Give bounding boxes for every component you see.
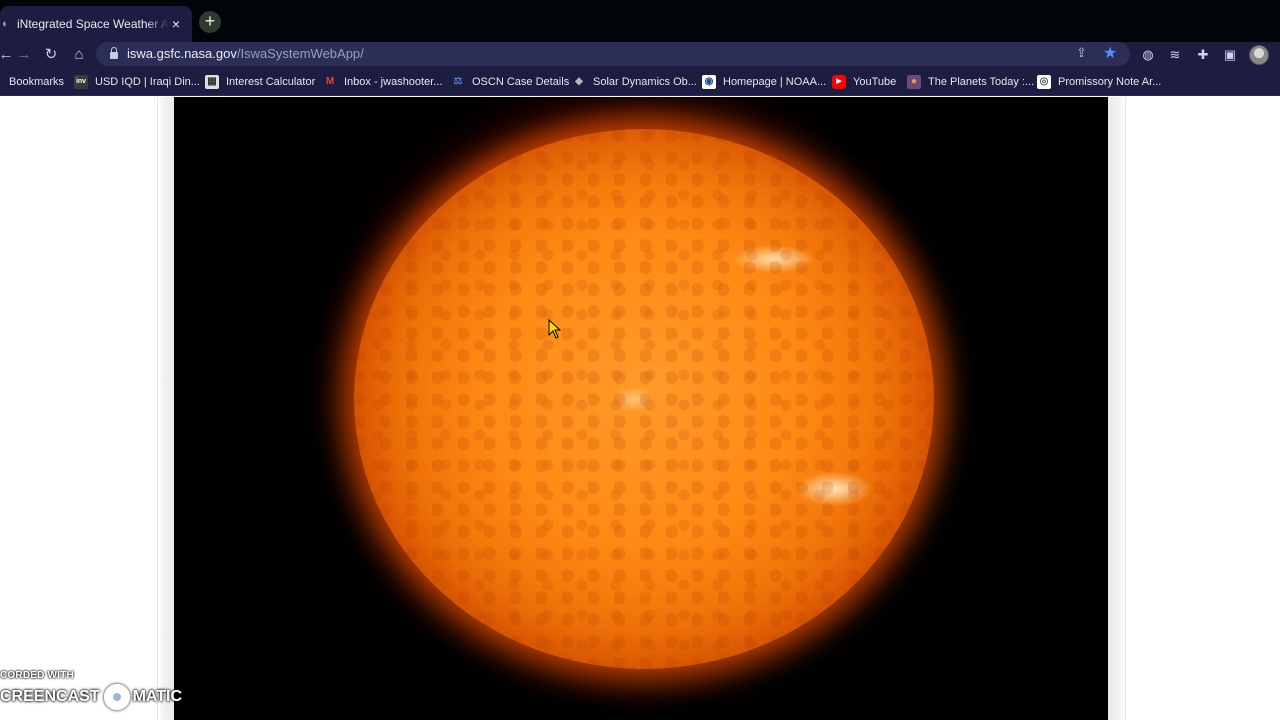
bookmark-star-icon[interactable]: ★ <box>1103 43 1117 63</box>
share-icon[interactable]: ⇪ <box>1076 45 1087 61</box>
bookmark-label: OSCN Case Details <box>472 76 570 88</box>
close-icon[interactable]: × <box>168 16 184 32</box>
bookmark-item[interactable]: ⚖ OSCN Case Details <box>451 73 570 91</box>
calculator-icon: ▦ <box>205 75 219 89</box>
browser-toolbar: ← → ↻ ⌂ iswa.gsfc.nasa.gov/IswaSystemWeb… <box>0 42 1280 68</box>
sdo-icon: ◆ <box>575 76 583 87</box>
url-path: /IswaSystemWebApp/ <box>236 46 364 61</box>
tab-strip: ◐ iNtegrated Space Weather Analysis × + <box>0 0 1280 42</box>
forward-icon[interactable]: → <box>14 45 34 65</box>
scales-icon: ⚖ <box>453 76 463 87</box>
bookmark-label: Solar Dynamics Ob... <box>593 76 697 88</box>
bookmark-item[interactable]: ● The Planets Today :... <box>907 73 1034 91</box>
bookmark-item[interactable]: ◎ Promissory Note Ar... <box>1037 73 1161 91</box>
puzzle-icon[interactable]: ✚ <box>1194 46 1212 64</box>
youtube-icon: ▶ <box>832 75 846 89</box>
gmail-icon: M <box>325 76 335 87</box>
panel-border-left <box>157 97 174 720</box>
bookmark-item[interactable]: ▦ Interest Calculator <box>205 73 315 91</box>
browser-tab[interactable]: ◐ iNtegrated Space Weather Analysis × <box>0 6 192 42</box>
side-panel-icon[interactable]: ▣ <box>1221 46 1239 64</box>
solar-image-frame[interactable] <box>174 97 1108 720</box>
bookmark-item[interactable]: ◆ Solar Dynamics Ob... <box>572 73 697 91</box>
reload-icon[interactable]: ↻ <box>41 45 61 65</box>
bookmark-label: Interest Calculator <box>226 76 316 88</box>
bookmark-item[interactable]: Bookmarks <box>0 73 64 91</box>
extension-icon[interactable]: ◍ <box>1139 46 1157 64</box>
avatar[interactable] <box>1249 45 1269 65</box>
watermark-right-text: MATIC <box>132 688 183 705</box>
noaa-icon: ◉ <box>702 75 716 89</box>
watermark-line1: CORDED WITH <box>0 670 74 681</box>
inv-icon: inv <box>74 75 88 89</box>
sun-surface-texture <box>354 129 934 669</box>
bookmark-label: The Planets Today :... <box>928 76 1035 88</box>
bookmark-label: YouTube <box>853 76 897 88</box>
home-icon[interactable]: ⌂ <box>69 45 89 65</box>
bookmark-label: Inbox - jwashooter... <box>344 76 443 88</box>
watermark-left-text: CREENCAST <box>0 688 100 705</box>
recorder-watermark: CORDED WITH CREENCAST MATIC <box>0 668 182 720</box>
bookmark-label: Bookmarks <box>9 76 65 88</box>
bookmark-item[interactable]: ◉ Homepage | NOAA... <box>702 73 826 91</box>
url-text[interactable]: iswa.gsfc.nasa.gov/IswaSystemWebApp/ <box>127 46 364 61</box>
screencastomatic-logo-icon <box>103 684 130 710</box>
bookmark-item[interactable]: inv USD IQD | Iraqi Din... <box>74 73 200 91</box>
bookmarks-bar: Bookmarks inv USD IQD | Iraqi Din... ▦ I… <box>0 68 1280 96</box>
bookmark-label: Homepage | NOAA... <box>723 76 827 88</box>
extension-icon[interactable]: ≋ <box>1166 46 1184 64</box>
page-content <box>0 97 1280 720</box>
lock-icon[interactable] <box>108 47 120 61</box>
bookmark-item[interactable]: ▶ YouTube <box>832 73 896 91</box>
new-tab-button[interactable]: + <box>199 11 221 33</box>
url-host: iswa.gsfc.nasa.gov <box>127 46 237 61</box>
bookmark-label: Promissory Note Ar... <box>1058 76 1162 88</box>
bookmark-item[interactable]: M Inbox - jwashooter... <box>323 73 443 91</box>
document-icon: ◎ <box>1037 75 1051 89</box>
panel-border-right <box>1108 97 1126 720</box>
address-bar[interactable]: iswa.gsfc.nasa.gov/IswaSystemWebApp/ ⇪ ★ <box>96 42 1130 66</box>
tab-title: iNtegrated Space Weather Analysis <box>17 17 169 31</box>
mouse-cursor-icon <box>548 319 562 339</box>
nasa-icon: ◐ <box>2 18 9 30</box>
watermark-logo: CREENCAST MATIC <box>0 684 182 710</box>
planet-icon: ● <box>907 75 921 89</box>
solar-disk-image <box>354 129 934 669</box>
bookmark-label: USD IQD | Iraqi Din... <box>95 76 200 88</box>
